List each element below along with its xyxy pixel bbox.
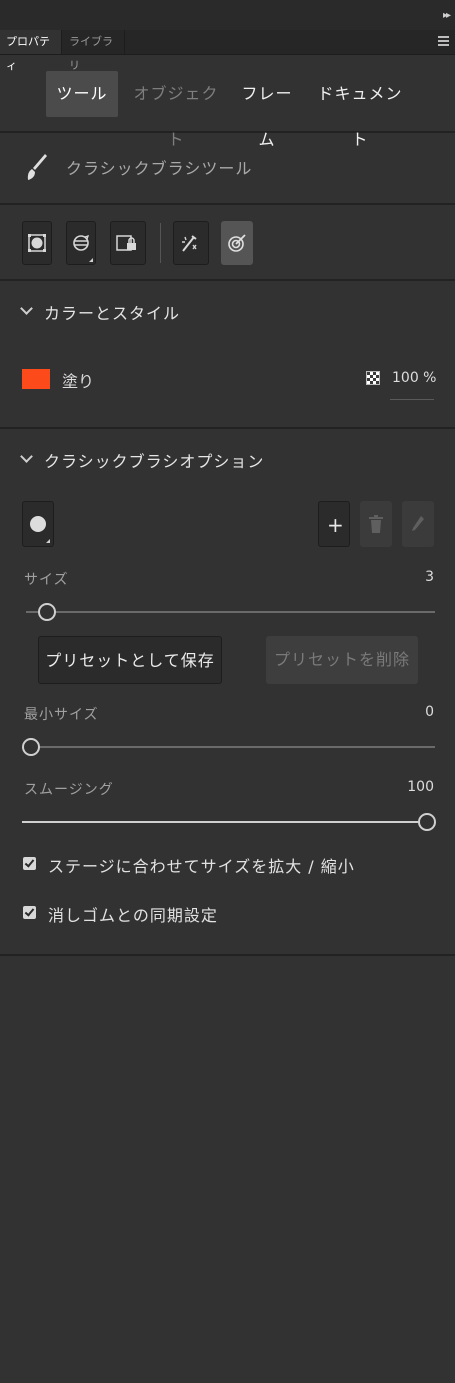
color-style-header[interactable]: カラーとスタイル — [0, 300, 455, 324]
smoothing-label: スムージング — [24, 782, 114, 798]
panel-tab-bar: プロパティ ライブラリ — [0, 30, 455, 72]
edit-brush-button[interactable] — [402, 501, 434, 547]
min-size-value[interactable]: 0 — [425, 704, 434, 720]
save-preset-button[interactable]: プリセットとして保存 — [38, 636, 222, 684]
fill-color-swatch[interactable] — [22, 369, 50, 389]
lock-fill-icon — [116, 235, 136, 251]
smoothing-slider-track[interactable] — [22, 821, 426, 823]
pressure-pen-icon — [182, 235, 197, 252]
fill-label: 塗り — [62, 372, 95, 391]
pressure-button[interactable] — [173, 221, 209, 265]
alpha-checker-icon — [366, 371, 380, 385]
mode-tab-tool[interactable]: ツール — [46, 71, 118, 117]
panel-menu-icon[interactable] — [438, 36, 449, 47]
dropdown-corner-icon — [46, 539, 50, 543]
brush-mode-button[interactable] — [66, 221, 96, 265]
mode-tab-document[interactable]: ドキュメント — [310, 71, 410, 149]
sync-eraser-label: 消しゴムとの同期設定 — [48, 906, 218, 925]
section-title: クラシックブラシオプション — [44, 452, 265, 471]
dropdown-corner-icon — [89, 258, 93, 262]
trash-icon — [369, 515, 383, 533]
size-slider-track[interactable] — [26, 611, 435, 613]
sync-eraser-checkbox[interactable] — [23, 906, 36, 919]
object-drawing-mode-button[interactable] — [22, 221, 52, 265]
fill-opacity-value[interactable]: 100 % — [392, 370, 436, 386]
smoothing-value[interactable]: 100 — [407, 779, 434, 795]
scale-with-stage-checkbox[interactable] — [23, 857, 36, 870]
min-size-slider-track[interactable] — [26, 746, 435, 748]
min-size-label: 最小サイズ — [24, 707, 99, 723]
mode-tab-frame[interactable]: フレーム — [234, 71, 300, 149]
lock-fill-button[interactable] — [110, 221, 146, 265]
add-brush-button[interactable]: + — [318, 501, 350, 547]
opacity-underline — [390, 399, 434, 400]
section-title: カラーとスタイル — [44, 304, 181, 323]
size-slider-thumb[interactable] — [37, 603, 56, 621]
brush-options-header[interactable]: クラシックブラシオプション — [0, 448, 455, 472]
pencil-icon — [412, 516, 424, 531]
tab-properties[interactable]: プロパティ — [0, 30, 62, 72]
brush-shape-button[interactable] — [22, 501, 54, 547]
tool-name: クラシックブラシツール — [66, 159, 253, 178]
paintbrush-icon — [27, 154, 47, 180]
scale-with-stage-label: ステージに合わせてサイズを拡大 / 縮小 — [48, 857, 355, 876]
tilt-button[interactable] — [221, 221, 253, 265]
panel-top-strip: ▸▸ — [0, 0, 455, 31]
min-size-slider-thumb[interactable] — [22, 738, 40, 756]
section-divider — [0, 427, 455, 429]
delete-preset-button[interactable]: プリセットを削除 — [266, 636, 418, 684]
object-drawing-icon — [28, 234, 46, 252]
plus-icon: + — [327, 513, 344, 537]
mode-tabs: ツール オブジェクト フレーム ドキュメント — [0, 55, 455, 149]
delete-brush-button[interactable] — [360, 501, 392, 547]
mode-tab-object[interactable]: オブジェクト — [126, 71, 226, 149]
size-label: サイズ — [24, 572, 69, 588]
brush-mode-icon — [73, 234, 90, 251]
chevron-down-icon — [20, 450, 33, 463]
smoothing-slider-thumb[interactable] — [418, 813, 436, 831]
tab-library[interactable]: ライブラリ — [63, 30, 125, 72]
chevron-down-icon — [20, 302, 33, 315]
tool-mode-icons — [0, 205, 455, 281]
current-tool-row: クラシックブラシツール — [0, 133, 455, 205]
tilt-target-icon — [228, 234, 246, 252]
section-divider — [0, 954, 455, 956]
round-brush-icon — [30, 516, 46, 532]
toolbar-separator — [160, 223, 161, 263]
size-value[interactable]: 3 — [425, 569, 434, 585]
collapse-panel-icon[interactable]: ▸▸ — [443, 10, 451, 21]
